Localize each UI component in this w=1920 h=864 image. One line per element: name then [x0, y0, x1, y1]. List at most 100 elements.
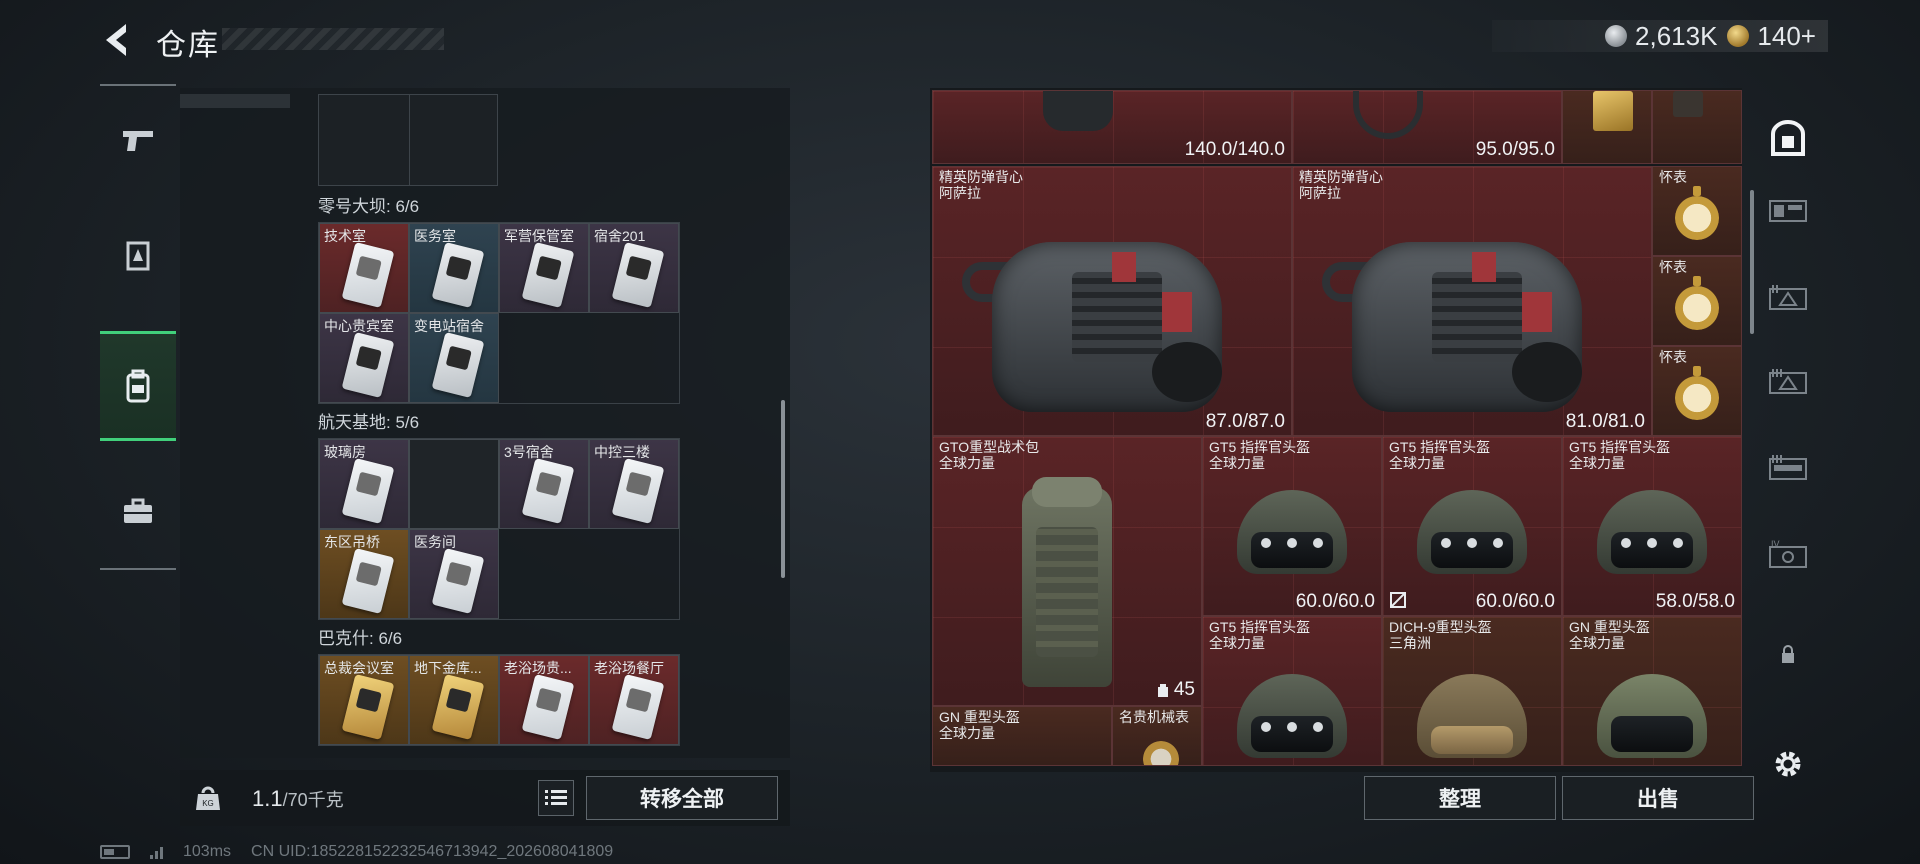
key-card-slot[interactable]: 医务室 — [409, 223, 499, 313]
key-name: 宿舍201 — [594, 228, 646, 244]
list-view-button[interactable] — [538, 780, 574, 816]
key-card-slot[interactable]: 玻璃房 — [319, 439, 409, 529]
inventory-item-helmet[interactable]: DICH-9重型头盔 三角洲 — [1382, 616, 1562, 766]
battery-icon — [100, 845, 130, 859]
key-card-slot[interactable]: 地下金库... — [409, 655, 499, 745]
key-name: 地下金库... — [414, 660, 482, 676]
tab-stash-2[interactable] — [1766, 276, 1810, 320]
key-card-slot[interactable]: 老浴场餐厅 — [589, 655, 679, 745]
left-nav — [100, 84, 176, 570]
tab-locked[interactable] — [1766, 632, 1810, 676]
status-bar: 103ms CN UID:185228152232546713942_20260… — [100, 842, 613, 862]
tab-stash-1[interactable] — [1766, 188, 1810, 232]
inventory-item-watch[interactable]: 怀表 — [1652, 346, 1742, 436]
inventory-item-backpack[interactable]: GTO重型战术包 全球力量 45 — [932, 436, 1202, 706]
key-name: 老浴场餐厅 — [594, 660, 664, 676]
inventory-item-helmet[interactable]: GT5 指挥官头盔 全球力量 60.0/60.0 — [1382, 436, 1562, 616]
inventory-item-watch[interactable]: 名贵机械表 — [1112, 706, 1202, 766]
nav-stash[interactable] — [100, 331, 176, 441]
pistol-icon — [123, 131, 153, 151]
svg-text:IV: IV — [1771, 539, 1780, 549]
inventory-item[interactable] — [1652, 90, 1742, 164]
carry-weight: 1.1/70千克 — [252, 786, 344, 812]
pocket-watch-icon — [1675, 366, 1719, 421]
item-name-block: GT5 指挥官头盔 全球力量 — [1389, 439, 1490, 471]
key-name: 老浴场贵... — [504, 660, 572, 676]
ping-value: 103ms — [183, 843, 232, 860]
item-faction: 三角洲 — [1389, 635, 1431, 651]
item-name-block: GT5 指挥官头盔 全球力量 — [1569, 439, 1670, 471]
inventory-item[interactable]: 140.0/140.0 — [932, 90, 1292, 164]
key-grid: 总裁会议室 地下金库... 老浴场贵... 老浴场餐厅 — [318, 654, 680, 746]
nav-weapons[interactable] — [100, 86, 176, 196]
item-faction: 全球力量 — [1389, 455, 1445, 471]
item-faction: 全球力量 — [1209, 455, 1265, 471]
weight-icon: KG — [194, 784, 222, 812]
wristwatch-icon — [1143, 741, 1179, 765]
tab-stash-3[interactable] — [1766, 360, 1810, 404]
key-card-slot[interactable]: 老浴场贵... — [499, 655, 589, 745]
settings-button[interactable] — [1766, 742, 1810, 786]
inventory-item-helmet[interactable]: GT5 指挥官头盔 全球力量 — [1202, 616, 1382, 766]
key-card-slot[interactable]: 技术室 — [319, 223, 409, 313]
item-name: GT5 指挥官头盔 — [1569, 439, 1671, 455]
inventory-item-watch[interactable]: 怀表 — [1652, 166, 1742, 256]
item-durability: 140.0/140.0 — [1184, 139, 1285, 160]
key-card-slot[interactable]: 变电站宿舍 — [409, 313, 499, 403]
inventory-item-helmet[interactable]: GT5 指挥官头盔 全球力量 58.0/58.0 — [1562, 436, 1742, 616]
stash-tab-1-icon — [1769, 200, 1807, 222]
helmet-art — [1597, 673, 1707, 765]
gold-amount: 140+ — [1757, 20, 1816, 51]
silver-currency[interactable]: 2,613K — [1605, 21, 1717, 52]
key-card-slot[interactable]: 中控三楼 — [589, 439, 679, 529]
empty-key-slot[interactable] — [409, 439, 499, 529]
inventory-grid[interactable]: 140.0/140.0 95.0/95.0 精英防弹背心 阿萨拉 87.0/87… — [932, 90, 1742, 766]
tab-safe-box[interactable] — [1766, 116, 1810, 160]
sort-button[interactable]: 整理 — [1364, 776, 1556, 820]
nav-gear[interactable] — [100, 456, 176, 566]
inventory-item-watch[interactable]: 怀表 — [1652, 256, 1742, 346]
sell-button[interactable]: 出售 — [1562, 776, 1754, 820]
key-name: 中控三楼 — [594, 444, 650, 460]
key-card-slot[interactable]: 东区吊桥 — [319, 529, 409, 619]
section-label: 航天基地: 5/6 — [318, 413, 420, 432]
inventory-item[interactable]: 95.0/95.0 — [1292, 90, 1562, 164]
key-card-slot[interactable]: 总裁会议室 — [319, 655, 409, 745]
key-card-slot[interactable]: 3号宿舍 — [499, 439, 589, 529]
transfer-all-button[interactable]: 转移全部 — [586, 776, 778, 820]
briefcase-icon — [124, 498, 152, 523]
stash-scrollbar[interactable] — [781, 400, 785, 578]
keycard-icon — [431, 548, 485, 614]
gold-currency[interactable]: 140+ — [1727, 21, 1816, 52]
key-card-slot[interactable]: 医务间 — [409, 529, 499, 619]
inventory-scrollbar[interactable] — [1750, 190, 1754, 334]
item-name-block: GN 重型头盔 全球力量 — [1569, 619, 1650, 651]
back-button[interactable] — [98, 18, 138, 62]
nav-armor[interactable] — [100, 201, 176, 311]
inventory-item-helmet[interactable]: GN 重型头盔 全球力量 — [1562, 616, 1742, 766]
inventory-item-helmet[interactable]: GT5 指挥官头盔 全球力量 60.0/60.0 — [1202, 436, 1382, 616]
key-card-slot[interactable]: 宿舍201 — [589, 223, 679, 313]
key-card-slot[interactable]: 军营保管室 — [499, 223, 589, 313]
inventory-item-helmet[interactable]: GN 重型头盔 全球力量 — [932, 706, 1112, 766]
user-uid: CN UID:185228152232546713942_20260804180… — [251, 843, 614, 860]
back-arrow-icon — [106, 24, 126, 56]
stash-tabs: IV — [1756, 96, 1820, 786]
key-stash-list[interactable]: 零号大坝: 6/6 技术室 医务室 军营保管室 宿舍201 中心贵宾室 变电站宿… — [180, 88, 780, 756]
key-card-slot[interactable]: 中心贵宾室 — [319, 313, 409, 403]
inventory-item[interactable] — [1562, 90, 1652, 164]
item-name: 怀表 — [1659, 259, 1687, 275]
no-repair-icon — [1390, 592, 1406, 608]
item-name: 怀表 — [1659, 349, 1687, 365]
tab-stash-4[interactable] — [1766, 446, 1810, 490]
inventory-item-vest[interactable]: 精英防弹背心 阿萨拉 87.0/87.0 — [932, 166, 1292, 436]
lock-icon — [1782, 645, 1794, 663]
capacity-value: 45 — [1173, 679, 1195, 700]
tab-stash-5[interactable]: IV — [1766, 532, 1810, 576]
item-name: 怀表 — [1659, 169, 1687, 185]
inventory-item-vest[interactable]: 精英防弹背心 阿萨拉 81.0/81.0 — [1292, 166, 1652, 436]
pocket-watch-icon — [1675, 186, 1719, 241]
currency-bar: 2,613K 140+ — [1492, 20, 1828, 52]
item-name: 精英防弹背心 — [1299, 169, 1383, 185]
item-name: GTO重型战术包 — [939, 439, 1040, 455]
